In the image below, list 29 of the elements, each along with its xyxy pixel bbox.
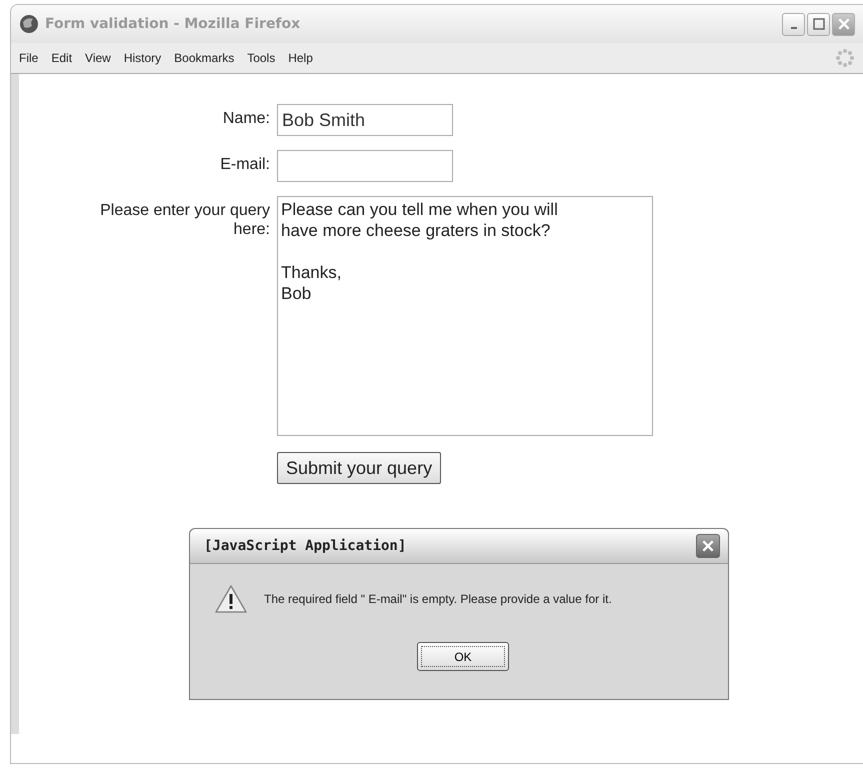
loading-icon bbox=[835, 48, 855, 68]
query-field[interactable]: Please can you tell me when you will have more cheese graters in stock? Thanks, Bob bbox=[277, 196, 653, 436]
minimize-icon bbox=[790, 27, 796, 29]
menu-item[interactable]: File bbox=[19, 51, 48, 65]
field-label: Please enter your query here: bbox=[99, 201, 270, 239]
close-icon bbox=[836, 17, 850, 31]
submit-button[interactable]: Submit your query bbox=[277, 452, 442, 484]
field-label: E-mail: bbox=[219, 155, 270, 174]
input-field[interactable] bbox=[277, 150, 453, 182]
maximize-button[interactable] bbox=[807, 12, 830, 36]
field-label: Name: bbox=[222, 109, 270, 128]
dialog-message: The required field " E-mail" is empty. Please provide a value for it. bbox=[264, 592, 612, 606]
close-icon bbox=[701, 539, 715, 553]
menu-item[interactable]: Tools bbox=[247, 51, 284, 65]
globe-icon bbox=[19, 14, 39, 34]
menu-item[interactable]: View bbox=[85, 51, 120, 65]
maximize-icon bbox=[812, 18, 824, 30]
ok-button[interactable]: OK bbox=[417, 642, 509, 671]
minimize-button[interactable] bbox=[782, 12, 805, 36]
menu-item[interactable]: Edit bbox=[51, 51, 82, 65]
window-title: Form validation - Mozilla Firefox bbox=[45, 16, 302, 32]
input-field[interactable]: Bob Smith bbox=[277, 104, 453, 136]
warning-icon bbox=[214, 584, 248, 614]
close-button[interactable] bbox=[832, 12, 855, 36]
close-button[interactable] bbox=[696, 534, 720, 558]
menu-item[interactable]: History bbox=[124, 51, 170, 65]
menu-item[interactable]: Help bbox=[288, 51, 322, 65]
menu-item[interactable]: Bookmarks bbox=[174, 51, 244, 65]
dialog-title: [JavaScript Application] bbox=[204, 538, 406, 554]
